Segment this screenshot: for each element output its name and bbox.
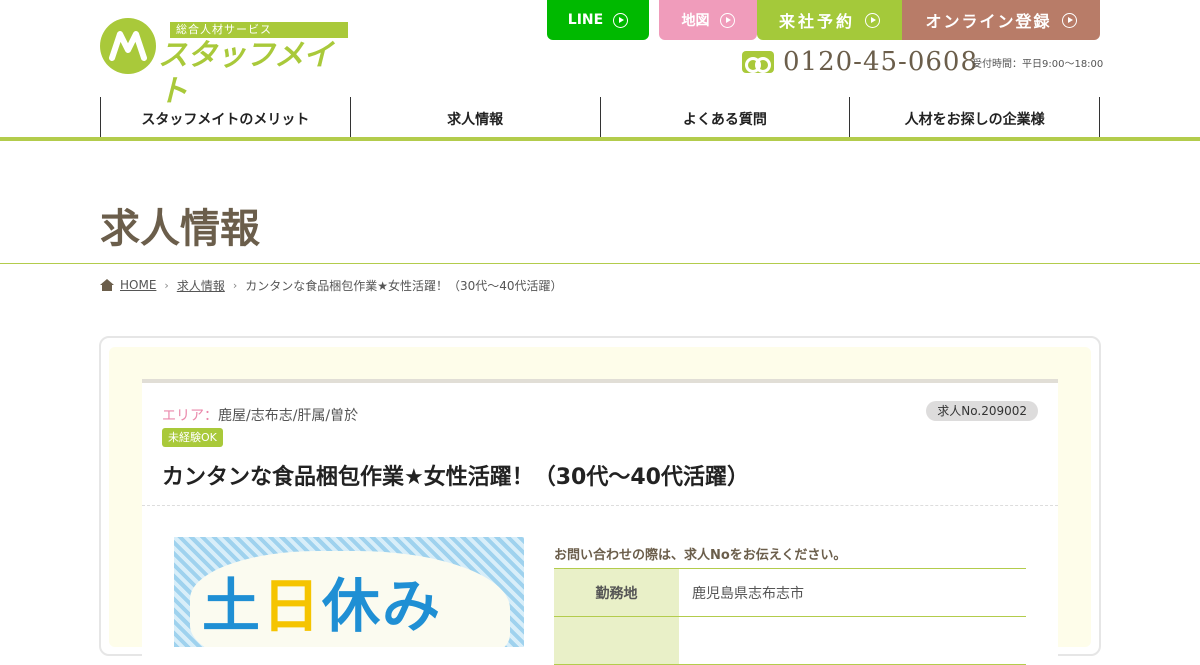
main-nav: スタッフメイトのメリット 求人情報 よくある質問 人材をお探しの企業様 <box>100 97 1100 138</box>
phone-number-text: 0120-45-0608 <box>783 47 978 77</box>
nav-item-jobs[interactable]: 求人情報 <box>349 97 600 138</box>
play-circle-icon <box>1061 12 1077 28</box>
chevron-right-icon: › <box>232 278 238 292</box>
breadcrumb-jobs[interactable]: 求人情報 <box>177 277 225 294</box>
free-dial-icon <box>742 51 774 73</box>
nav-divider <box>0 137 1200 141</box>
map-button[interactable]: 地図 <box>659 0 757 40</box>
visit-reservation-button[interactable]: 来社予約 <box>757 0 902 40</box>
site-header: 総合人材サービス スタッフメイト LINE 地図 来社予約 オンライン登録 01… <box>0 0 1200 109</box>
business-hours: 受付時間：平日9:00～18:00 <box>972 59 1104 70</box>
chevron-right-icon: › <box>164 278 169 292</box>
phone-number[interactable]: 0120-45-0608 <box>742 47 978 77</box>
table-row: 勤務地 鹿児島県志布志市 <box>554 569 1026 617</box>
home-icon <box>100 279 114 291</box>
job-number-badge: 求人No.209002 <box>926 401 1038 421</box>
logo-tagline: 総合人材サービス <box>170 22 348 38</box>
line-button[interactable]: LINE <box>547 0 649 40</box>
table-header-cell <box>554 617 679 664</box>
job-header-divider <box>142 505 1058 506</box>
inquiry-note: お問い合わせの際は、求人Noをお伝えください。 <box>554 548 847 563</box>
nav-item-companies[interactable]: 人材をお探しの企業様 <box>849 97 1100 138</box>
job-area: エリア：鹿屋/志布志/肝属/曽於 <box>162 405 358 425</box>
no-experience-badge: 未経験OK <box>162 428 223 447</box>
job-image: 土日休み <box>174 537 524 647</box>
page-title: 求人情報 <box>100 206 260 252</box>
play-circle-icon <box>719 12 735 28</box>
nav-item-merit[interactable]: スタッフメイトのメリット <box>100 97 350 138</box>
job-details-table: 勤務地 鹿児島県志布志市 <box>554 568 1026 665</box>
job-image-text: 土日休み <box>202 571 442 641</box>
breadcrumb: HOME › 求人情報 › カンタンな食品梱包作業★女性活躍！（30代～40代活… <box>100 277 563 293</box>
table-cell <box>679 617 1026 664</box>
area-value: 鹿屋/志布志/肝属/曽於 <box>218 408 359 424</box>
title-divider <box>0 263 1200 264</box>
table-header-cell: 勤務地 <box>554 569 679 616</box>
online-button-label: オンライン登録 <box>925 12 1052 31</box>
job-detail: エリア：鹿屋/志布志/肝属/曽於 求人No.209002 未経験OK カンタンな… <box>142 379 1058 665</box>
play-circle-icon <box>613 12 629 28</box>
site-logo[interactable]: 総合人材サービス スタッフメイト <box>100 18 350 109</box>
map-button-label: 地図 <box>681 13 710 29</box>
line-button-label: LINE <box>567 12 604 28</box>
table-row <box>554 617 1026 665</box>
breadcrumb-home[interactable]: HOME <box>120 278 156 292</box>
table-cell: 鹿児島県志布志市 <box>692 585 804 602</box>
online-registration-button[interactable]: オンライン登録 <box>902 0 1100 40</box>
visit-button-label: 来社予約 <box>778 12 855 31</box>
play-circle-icon <box>865 12 880 28</box>
job-title: カンタンな食品梱包作業★女性活躍！（30代～40代活躍） <box>162 465 749 490</box>
area-label: エリア： <box>162 408 218 424</box>
breadcrumb-current: カンタンな食品梱包作業★女性活躍！（30代～40代活躍） <box>245 278 563 293</box>
nav-item-faq[interactable]: よくある質問 <box>599 97 850 138</box>
logo-mark-icon <box>100 18 156 74</box>
